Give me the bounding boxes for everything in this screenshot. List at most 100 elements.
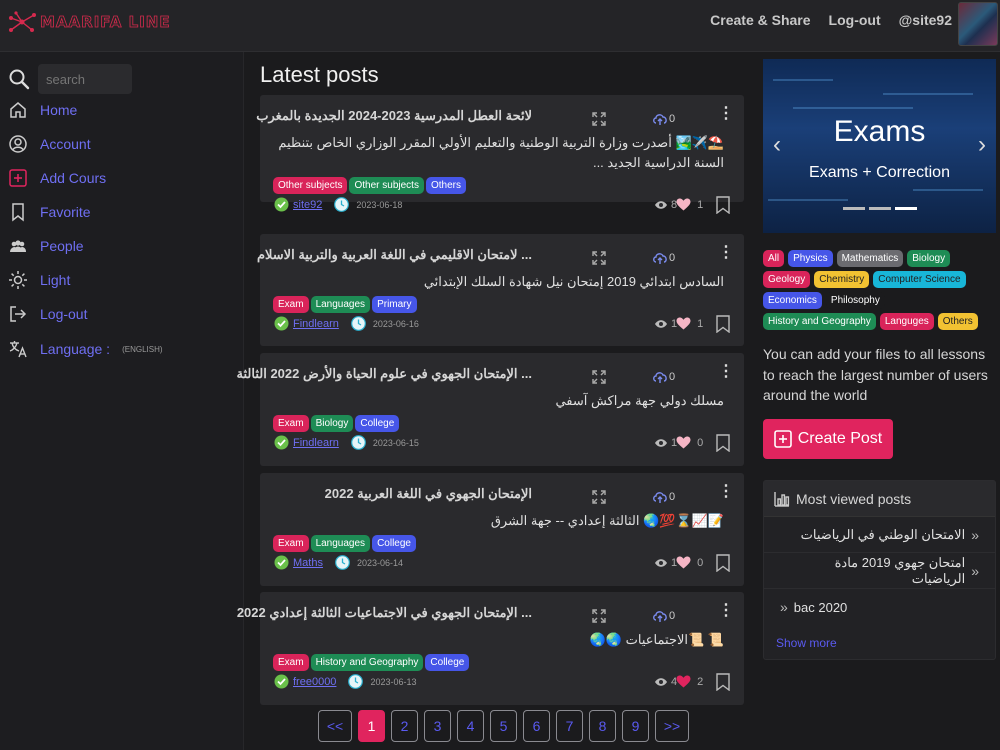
carousel-indicator-active[interactable] [895, 207, 917, 210]
sidebar-item-favorite[interactable]: Favorite [8, 202, 91, 222]
page-5-button[interactable]: 5 [490, 710, 517, 742]
more-options-icon[interactable]: ⋮ [718, 106, 734, 122]
page-9-button[interactable]: 9 [622, 710, 649, 742]
heart-icon[interactable] [676, 556, 691, 569]
tag[interactable]: Others [425, 177, 466, 194]
bookmark-icon[interactable] [716, 434, 730, 457]
post-card[interactable]: ... لامتحان الاقليمي في اللغة العربية وا… [257, 234, 744, 346]
most-viewed-item[interactable]: امتحان جهوي 2019 مادة الرياضيات « [764, 553, 995, 589]
tag[interactable]: History and Geography [310, 654, 424, 671]
author-link[interactable]: Maths [293, 557, 323, 569]
category-tag[interactable]: Physics [788, 250, 833, 267]
bookmark-icon[interactable] [716, 315, 730, 338]
post-title[interactable]: ... الإمتحان الجهوي في علوم الحياة والأر… [237, 366, 532, 382]
bookmark-icon[interactable] [716, 673, 730, 696]
upload-count[interactable]: 0 [652, 251, 675, 265]
heart-icon[interactable] [676, 436, 691, 449]
expand-icon[interactable] [592, 609, 606, 628]
category-tag[interactable]: Others [937, 313, 978, 330]
tag[interactable]: College [372, 535, 416, 552]
most-viewed-item[interactable]: » bac 2020 [764, 589, 995, 625]
sidebar-item-add-cours[interactable]: Add Cours [8, 168, 106, 188]
show-more-link[interactable]: Show more [776, 636, 837, 650]
category-tag[interactable]: Computer Science [873, 271, 966, 288]
author-link[interactable]: Findlearn [293, 318, 339, 330]
category-tag[interactable]: Biology [907, 250, 951, 267]
page-4-button[interactable]: 4 [457, 710, 484, 742]
expand-icon[interactable] [592, 370, 606, 389]
expand-icon[interactable] [592, 490, 606, 509]
upload-count[interactable]: 0 [652, 370, 675, 384]
create-share-link[interactable]: Create & Share [710, 12, 810, 28]
tag[interactable]: College [425, 654, 470, 671]
category-tag[interactable]: Mathematics [836, 250, 904, 267]
sidebar-item-account[interactable]: Account [8, 134, 91, 154]
sidebar-item-light[interactable]: Light [8, 270, 70, 290]
create-post-button[interactable]: Create Post [763, 419, 893, 459]
page-3-button[interactable]: 3 [424, 710, 451, 742]
tag[interactable]: Exam [273, 296, 309, 313]
category-tag[interactable]: All [763, 250, 785, 267]
exams-carousel[interactable]: Exams Exams + Correction ‹ › [763, 59, 996, 233]
most-viewed-item[interactable]: الامتحان الوطني في الرياضيات « [764, 517, 995, 553]
category-tag[interactable]: Economics [763, 292, 822, 309]
expand-icon[interactable] [592, 112, 606, 131]
sidebar-item-language[interactable]: Language : (ENGLISH) [8, 339, 163, 359]
logout-link[interactable]: Log-out [829, 12, 881, 28]
tag[interactable]: Primary [372, 296, 417, 313]
upload-count[interactable]: 0 [652, 112, 675, 126]
expand-icon[interactable] [592, 251, 606, 270]
post-card[interactable]: ... الإمتحان الجهوي في علوم الحياة والأر… [237, 353, 744, 466]
category-tag[interactable]: Geology [763, 271, 811, 288]
heart-icon[interactable] [676, 317, 691, 330]
sidebar-item-home[interactable]: Home [8, 100, 77, 120]
sidebar-item-people[interactable]: People [8, 236, 84, 256]
bookmark-icon[interactable] [716, 196, 730, 219]
carousel-prev-button[interactable]: ‹ [773, 131, 781, 159]
next-page-button[interactable]: >> [655, 710, 689, 742]
upload-count[interactable]: 0 [652, 490, 675, 504]
page-1-button[interactable]: 1 [358, 710, 385, 742]
carousel-indicator[interactable] [843, 207, 865, 210]
tag[interactable]: Languages [310, 535, 371, 552]
avatar[interactable] [958, 2, 998, 46]
tag[interactable]: Exam [273, 535, 309, 552]
post-title[interactable]: ... الإمتحان الجهوي في الاجتماعيات الثال… [237, 605, 532, 621]
category-tag[interactable]: Chemistry [814, 271, 870, 288]
category-tag[interactable]: Philosophy [825, 292, 885, 309]
category-tag[interactable]: History and Geography [763, 313, 876, 330]
logo[interactable]: MAARIFA LINE [8, 10, 171, 34]
post-title[interactable]: ... لامتحان الاقليمي في اللغة العربية وا… [257, 247, 532, 263]
heart-icon[interactable] [676, 198, 691, 211]
sidebar-item-logout[interactable]: Log-out [8, 304, 87, 324]
more-options-icon[interactable]: ⋮ [718, 484, 734, 500]
heart-icon[interactable] [676, 675, 691, 688]
tag[interactable]: Other subjects [349, 177, 424, 194]
page-6-button[interactable]: 6 [523, 710, 550, 742]
upload-count[interactable]: 0 [652, 609, 675, 623]
tag[interactable]: College [355, 415, 400, 432]
prev-page-button[interactable]: << [318, 710, 352, 742]
author-link[interactable]: free0000 [293, 676, 336, 688]
page-8-button[interactable]: 8 [589, 710, 616, 742]
post-card[interactable]: لائحة العطل المدرسية 2023-2024 الجديدة ب… [256, 95, 744, 215]
carousel-indicator[interactable] [869, 207, 891, 210]
tag[interactable]: Biology [310, 415, 354, 432]
post-card[interactable]: ... الإمتحان الجهوي في الاجتماعيات الثال… [237, 592, 744, 705]
search-icon[interactable] [8, 68, 30, 90]
category-tag[interactable]: Languges [879, 313, 934, 330]
post-title[interactable]: لائحة العطل المدرسية 2023-2024 الجديدة ب… [256, 108, 532, 124]
search-input[interactable] [38, 64, 132, 94]
author-link[interactable]: Findlearn [293, 437, 339, 449]
post-title[interactable]: الإمتحان الجهوي في اللغة العربية 2022 [325, 486, 532, 502]
author-link[interactable]: site92 [293, 199, 322, 211]
post-card[interactable]: الإمتحان الجهوي في اللغة العربية 2022 0 ⋮ 📝… [260, 473, 744, 586]
page-7-button[interactable]: 7 [556, 710, 583, 742]
tag[interactable]: Other subjects [273, 177, 348, 194]
more-options-icon[interactable]: ⋮ [718, 603, 734, 619]
tag[interactable]: Exam [273, 415, 309, 432]
page-2-button[interactable]: 2 [391, 710, 418, 742]
more-options-icon[interactable]: ⋮ [718, 364, 734, 380]
username-link[interactable]: @site92 [899, 12, 952, 28]
bookmark-icon[interactable] [716, 554, 730, 577]
